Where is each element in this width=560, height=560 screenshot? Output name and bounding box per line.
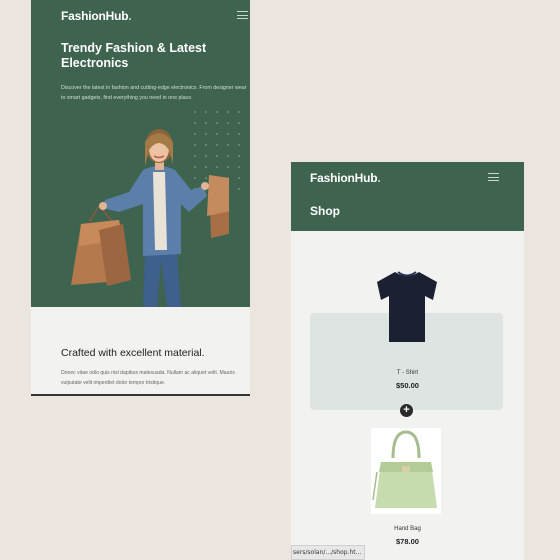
dot-pattern-dot — [194, 111, 196, 113]
dot-pattern-dot — [227, 111, 229, 113]
hero-model-image — [71, 129, 229, 307]
status-bar-url: sers/solan/.../shop.ht... — [291, 545, 365, 560]
tshirt-image[interactable] — [371, 266, 443, 346]
brand-logo[interactable]: FashionHub. — [310, 171, 381, 185]
dot-pattern-dot — [205, 111, 207, 113]
menu-icon[interactable] — [237, 11, 248, 19]
page-title: Shop — [310, 204, 340, 218]
section-title: Crafted with excellent material. — [61, 347, 205, 359]
home-screen: FashionHub. Trendy Fashion & Latest Elec… — [31, 0, 250, 396]
dot-pattern-dot — [238, 177, 240, 179]
divider — [31, 394, 250, 396]
brand-name: FashionHub — [310, 171, 378, 185]
dot-pattern-dot — [238, 144, 240, 146]
brand-logo[interactable]: FashionHub. — [61, 9, 132, 23]
dot-pattern-dot — [238, 122, 240, 124]
brand-name: FashionHub — [61, 9, 129, 23]
brand-dot: . — [128, 9, 132, 23]
menu-icon[interactable] — [488, 173, 499, 181]
handbag-icon — [372, 430, 437, 508]
handbag-image[interactable] — [371, 428, 441, 514]
hero-section: FashionHub. Trendy Fashion & Latest Elec… — [31, 0, 250, 307]
hero-title: Trendy Fashion & Latest Electronics — [61, 41, 207, 70]
shop-screen: FashionHub. Shop T - Shirt $50.00 + Hand… — [291, 162, 524, 560]
section-text: Donec vitae odio quis nisl dapibus males… — [61, 370, 235, 386]
dot-pattern-dot — [238, 188, 240, 190]
dot-pattern-dot — [216, 111, 218, 113]
shop-header: FashionHub. Shop — [291, 162, 524, 231]
plus-icon[interactable]: + — [400, 404, 413, 417]
dot-pattern-dot — [238, 166, 240, 168]
brand-dot: . — [377, 171, 381, 185]
product-price: $50.00 — [396, 381, 419, 390]
product-name[interactable]: T - Shirt — [291, 370, 524, 376]
material-section: Crafted with excellent material. Donec v… — [31, 307, 250, 396]
product-name[interactable]: Hand Bag — [291, 526, 524, 532]
dot-pattern-dot — [238, 155, 240, 157]
hero-description: Discover the latest in fashion and cutti… — [61, 85, 247, 101]
dot-pattern-dot — [238, 111, 240, 113]
dot-pattern-dot — [238, 133, 240, 135]
